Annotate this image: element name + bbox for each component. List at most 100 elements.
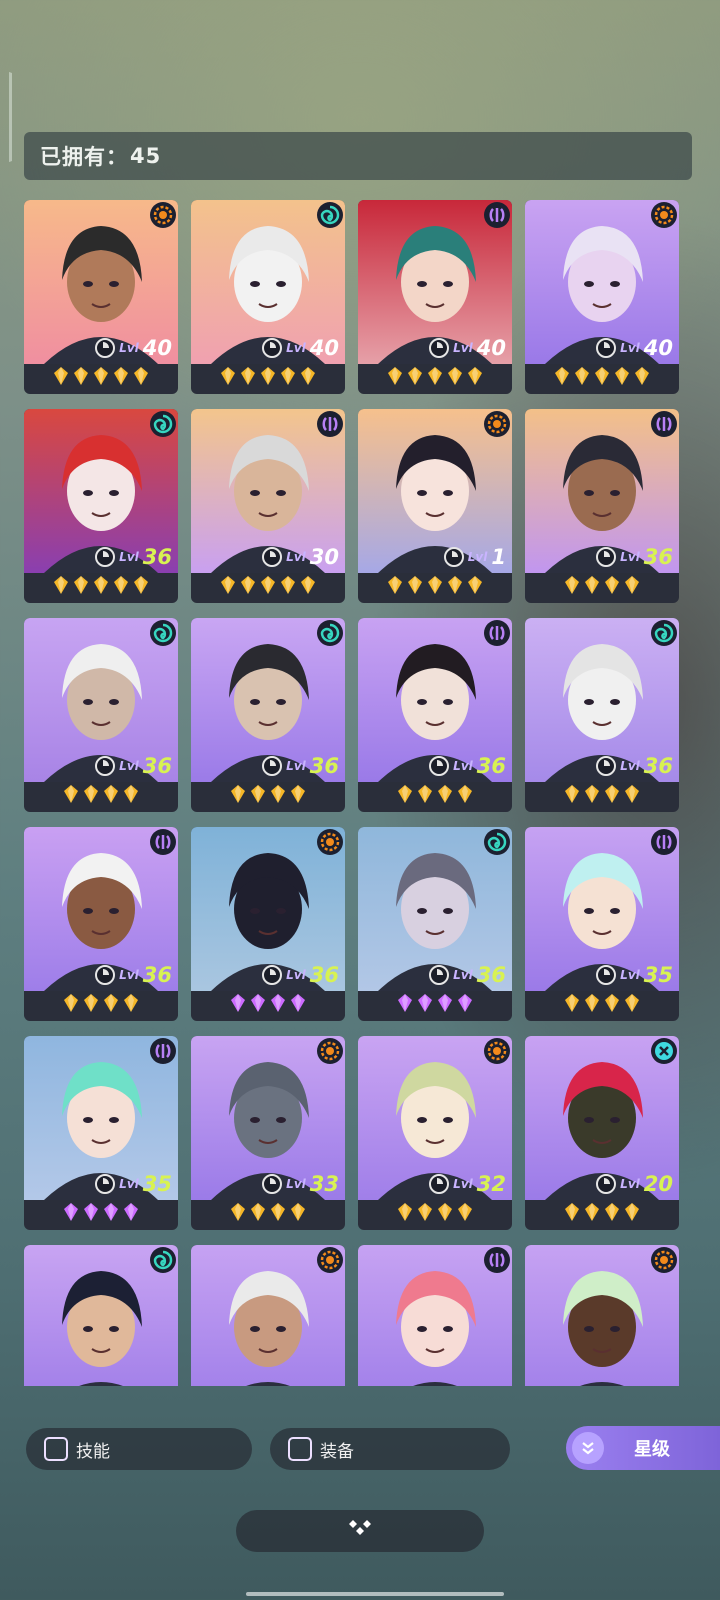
- level-row: Lvl 36: [429, 754, 506, 778]
- level-value: 36: [142, 754, 172, 778]
- class-icon: [95, 338, 116, 358]
- hero-card[interactable]: Lvl 40: [525, 200, 679, 394]
- moon-element-icon: [484, 620, 510, 646]
- cross-element-icon: [651, 1038, 677, 1064]
- star-rating: [191, 366, 345, 390]
- star-rating: [191, 993, 345, 1017]
- hero-card[interactable]: Lvl 36: [358, 827, 512, 1021]
- class-icon: [596, 756, 617, 776]
- level-value: 36: [142, 545, 172, 569]
- moon-element-icon: [651, 829, 677, 855]
- hero-card[interactable]: [24, 1245, 178, 1386]
- swirl-element-icon: [150, 620, 176, 646]
- level-label: Lvl: [286, 968, 306, 982]
- hero-card[interactable]: Lvl 20: [525, 1036, 679, 1230]
- hero-card[interactable]: Lvl 33: [191, 1036, 345, 1230]
- equip-filter[interactable]: 装备: [270, 1428, 510, 1470]
- level-label: Lvl: [119, 759, 139, 773]
- hero-card[interactable]: [191, 1245, 345, 1386]
- sun-element-icon: [317, 1038, 343, 1064]
- class-icon: [596, 1174, 617, 1194]
- moon-element-icon: [484, 1247, 510, 1273]
- hero-card[interactable]: Lvl 32: [358, 1036, 512, 1230]
- hero-card[interactable]: Lvl 40: [191, 200, 345, 394]
- hero-card[interactable]: Lvl 35: [525, 827, 679, 1021]
- home-indicator[interactable]: [246, 1592, 504, 1596]
- star-rating: [191, 784, 345, 808]
- skill-filter[interactable]: 技能: [26, 1428, 252, 1470]
- class-icon: [429, 965, 450, 985]
- class-icon: [262, 338, 283, 358]
- level-value: 36: [309, 963, 339, 987]
- level-row: Lvl 36: [596, 754, 673, 778]
- level-label: Lvl: [286, 1177, 306, 1191]
- star-rating: [525, 1202, 679, 1226]
- level-row: Lvl 40: [95, 336, 172, 360]
- level-value: 20: [643, 1172, 673, 1196]
- sun-element-icon: [150, 202, 176, 228]
- level-label: Lvl: [620, 550, 640, 564]
- hero-card[interactable]: [525, 1245, 679, 1386]
- level-value: 33: [309, 1172, 339, 1196]
- hero-card[interactable]: Lvl 35: [24, 1036, 178, 1230]
- level-value: 36: [476, 963, 506, 987]
- hero-card[interactable]: Lvl 30: [191, 409, 345, 603]
- star-rating: [24, 575, 178, 599]
- expand-button[interactable]: [236, 1510, 484, 1552]
- hero-card[interactable]: Lvl 36: [191, 827, 345, 1021]
- sun-element-icon: [651, 202, 677, 228]
- equip-filter-label: 装备: [320, 1441, 354, 1462]
- level-label: Lvl: [119, 968, 139, 982]
- level-label: Lvl: [286, 341, 306, 355]
- moon-element-icon: [150, 1038, 176, 1064]
- level-value: 1: [491, 545, 506, 569]
- star-rating: [358, 784, 512, 808]
- hero-card[interactable]: Lvl 36: [24, 409, 178, 603]
- hero-card[interactable]: Lvl 40: [24, 200, 178, 394]
- swirl-element-icon: [484, 829, 510, 855]
- hero-card[interactable]: Lvl 36: [525, 618, 679, 812]
- star-rating: [191, 575, 345, 599]
- sort-label: 星级: [634, 1439, 670, 1460]
- class-icon: [596, 965, 617, 985]
- class-icon: [262, 1174, 283, 1194]
- star-rating: [525, 784, 679, 808]
- class-icon: [95, 1174, 116, 1194]
- hero-card[interactable]: Lvl 36: [358, 618, 512, 812]
- sort-by-star-button[interactable]: 星级: [566, 1426, 720, 1470]
- side-tab-handle[interactable]: [0, 62, 12, 172]
- level-label: Lvl: [620, 341, 640, 355]
- hero-card[interactable]: Lvl 36: [24, 618, 178, 812]
- class-icon: [596, 547, 617, 567]
- hero-card[interactable]: Lvl 40: [358, 200, 512, 394]
- level-row: Lvl 20: [596, 1172, 673, 1196]
- class-icon: [262, 965, 283, 985]
- class-icon: [443, 547, 464, 567]
- skill-filter-label: 技能: [76, 1441, 110, 1462]
- level-row: Lvl 36: [95, 545, 172, 569]
- star-rating: [24, 1202, 178, 1226]
- star-rating: [24, 993, 178, 1017]
- sun-element-icon: [317, 1247, 343, 1273]
- hero-card[interactable]: Lvl 36: [24, 827, 178, 1021]
- star-rating: [525, 993, 679, 1017]
- swirl-element-icon: [317, 620, 343, 646]
- skill-checkbox[interactable]: [44, 1437, 68, 1461]
- hero-card[interactable]: [358, 1245, 512, 1386]
- level-label: Lvl: [119, 341, 139, 355]
- level-row: Lvl 35: [596, 963, 673, 987]
- star-rating: [24, 366, 178, 390]
- moon-element-icon: [150, 829, 176, 855]
- star-rating: [358, 1202, 512, 1226]
- hero-card[interactable]: Lvl 36: [191, 618, 345, 812]
- star-rating: [358, 575, 512, 599]
- hero-card[interactable]: Lvl 1: [358, 409, 512, 603]
- level-label: Lvl: [620, 759, 640, 773]
- class-icon: [95, 547, 116, 567]
- star-rating: [358, 366, 512, 390]
- hero-card[interactable]: Lvl 36: [525, 409, 679, 603]
- class-icon: [262, 756, 283, 776]
- equip-checkbox[interactable]: [288, 1437, 312, 1461]
- star-rating: [525, 366, 679, 390]
- level-value: 40: [476, 336, 506, 360]
